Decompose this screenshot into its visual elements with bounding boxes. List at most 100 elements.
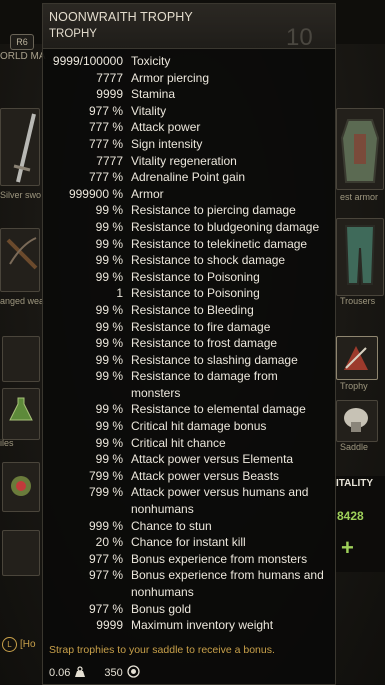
- stat-row: 777 % Adrenaline Point gain: [43, 169, 335, 186]
- stat-value: 799 %: [88, 485, 123, 500]
- stat-value: 99 %: [95, 253, 123, 268]
- stat-name: Resistance to piercing damage: [131, 203, 296, 218]
- bombs-label: iles: [0, 438, 14, 448]
- stat-name: Resistance to telekinetic damage: [131, 236, 308, 251]
- key-l-icon: L: [2, 637, 17, 652]
- saddle-label: Saddle: [340, 442, 369, 452]
- tooltip-footer: 0.06 350: [49, 665, 144, 681]
- stat-value: 99 %: [95, 336, 123, 351]
- stat-name: Attack power: [131, 120, 201, 135]
- stat-value: 99 %: [95, 319, 123, 334]
- stat-name: Sign intensity: [131, 136, 203, 151]
- stat-name: Resistance to shock damage: [131, 253, 286, 268]
- stat-value: 99 %: [95, 452, 123, 467]
- stat-value: 99 %: [95, 203, 123, 218]
- trophy-icon: [344, 346, 368, 370]
- stat-name: Resistance to Bleeding: [131, 302, 254, 317]
- stat-name: Armor piercing: [131, 70, 210, 85]
- trousers-label: Trousers: [340, 296, 376, 306]
- stat-name: Critical hit chance: [131, 435, 226, 450]
- stat-row: 99 % Attack power versus Elementa: [43, 451, 335, 468]
- stat-value: 99 %: [95, 435, 123, 450]
- vitality-plus-icon[interactable]: +: [341, 535, 354, 561]
- sword-icon: [13, 113, 36, 183]
- stat-name: Vitality regeneration: [131, 153, 237, 168]
- stat-value: 99 %: [95, 302, 123, 317]
- stat-value: 99 %: [95, 236, 123, 251]
- item-type: TROPHY: [49, 28, 97, 40]
- coins-icon: [127, 665, 140, 681]
- stat-value: 99 %: [95, 219, 123, 234]
- stat-row: 99 % Resistance to elemental damage: [43, 401, 335, 418]
- quick-slot-1[interactable]: [2, 336, 40, 382]
- bottom-left-hint-text: [Ho: [20, 639, 36, 650]
- stat-value: 9999: [96, 618, 123, 633]
- stat-row: 977 % Bonus gold: [43, 601, 335, 618]
- stat-name: Resistance to fire damage: [131, 319, 271, 334]
- quick-slot-3[interactable]: [2, 530, 40, 576]
- item-description: Strap trophies to your saddle to receive…: [49, 644, 275, 656]
- stat-value: 777 %: [88, 120, 123, 135]
- ranged-weapon-label: anged wea: [0, 296, 45, 306]
- stat-name: Attack power versus humans and nonhumans: [131, 485, 309, 517]
- stats-list: 9999/100000 Toxicity 7777 Armor piercing 999…: [43, 53, 335, 634]
- weight-icon: [74, 665, 86, 681]
- stat-row: 7777 Armor piercing: [43, 70, 335, 87]
- stat-value: 99 %: [95, 352, 123, 367]
- stat-row: 777 % Attack power: [43, 119, 335, 136]
- saddle-icon: [344, 408, 368, 432]
- stat-name: Armor: [131, 186, 164, 201]
- item-name: NOONWRAITH TROPHY: [49, 10, 193, 24]
- stat-value: 99 %: [95, 269, 123, 284]
- vitality-value: 8428: [337, 509, 364, 523]
- stat-row: 999900 % Armor: [43, 186, 335, 203]
- stat-name: Bonus gold: [131, 601, 192, 616]
- trophy-label: Trophy: [340, 381, 368, 391]
- item-level: 10: [286, 24, 313, 51]
- stat-row: 99 % Resistance to bludgeoning damage: [43, 219, 335, 236]
- stat-row: 7777 Vitality regeneration: [43, 153, 335, 170]
- stat-value: 977 %: [88, 601, 123, 616]
- vitality-title: ITALITY: [336, 478, 374, 489]
- stat-name: Resistance to damage from monsters: [131, 369, 278, 400]
- stat-name: Chance for instant kill: [131, 535, 246, 550]
- stat-row: 99 % Resistance to piercing damage: [43, 202, 335, 219]
- tab-badge[interactable]: R6: [10, 34, 34, 50]
- stat-row: 777 % Sign intensity: [43, 136, 335, 153]
- stat-name: Vitality: [131, 103, 167, 118]
- stat-row: 977 % Bonus experience from humans and no…: [43, 567, 335, 600]
- stat-row: 99 % Resistance to shock damage: [43, 252, 335, 269]
- stat-row: 99 % Resistance to Bleeding: [43, 302, 335, 319]
- stat-row: 99 % Resistance to Poisoning: [43, 269, 335, 286]
- stat-name: Adrenaline Point gain: [131, 170, 246, 185]
- stat-name: Attack power versus Beasts: [131, 468, 280, 483]
- stat-value: 799 %: [88, 468, 123, 483]
- stat-value: 7777: [96, 153, 123, 168]
- stat-row: 99 % Resistance to damage from monsters: [43, 368, 335, 401]
- stat-row: 977 % Bonus experience from monsters: [43, 551, 335, 568]
- stat-value: 977 %: [88, 568, 123, 583]
- stat-name: Toxicity: [131, 54, 171, 68]
- stat-value: 977 %: [88, 551, 123, 566]
- stat-name: Resistance to bludgeoning damage: [131, 219, 320, 234]
- stat-value: 99 %: [95, 419, 123, 434]
- stat-name: Critical hit damage bonus: [131, 419, 267, 434]
- bottom-left-hint: L [Ho: [2, 637, 36, 652]
- stat-value: 99 %: [95, 369, 123, 384]
- stat-row: 9999 Maximum inventory weight: [43, 617, 335, 634]
- armor-icon: [340, 119, 380, 183]
- stat-value: 777 %: [88, 170, 123, 185]
- stat-name: Bonus experience from monsters: [131, 551, 308, 566]
- stat-row: 1 Resistance to Poisoning: [43, 285, 335, 302]
- stat-row: 977 % Vitality: [43, 103, 335, 120]
- stat-row: 20 % Chance for instant kill: [43, 534, 335, 551]
- stat-row: 9999/100000 Toxicity: [43, 53, 335, 70]
- armor-label: est armor: [340, 192, 379, 202]
- stat-name: Resistance to elemental damage: [131, 402, 306, 417]
- stat-value: 1: [116, 286, 123, 301]
- stat-value: 977 %: [88, 103, 123, 118]
- stat-value: 20 %: [95, 535, 123, 550]
- world-map-label[interactable]: ORLD MA: [0, 51, 46, 62]
- stat-row: 99 % Resistance to frost damage: [43, 335, 335, 352]
- stat-row: 799 % Attack power versus Beasts: [43, 468, 335, 485]
